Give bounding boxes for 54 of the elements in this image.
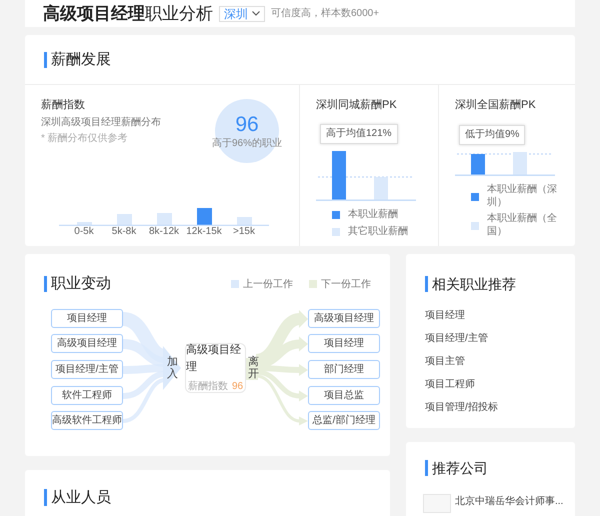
chart-title: 薪酬指数	[41, 99, 86, 113]
related-job-link[interactable]: 项目经理/主管	[425, 331, 563, 346]
job-node: 高级项目经理	[51, 334, 123, 353]
company-link[interactable]: 北京中瑞岳华会计师事...	[455, 494, 564, 509]
axis-label: 0-5k	[73, 226, 95, 238]
join-label: 加入	[167, 356, 178, 380]
axis-label: 12k-15k	[185, 226, 223, 238]
index-label: 薪酬指数	[188, 380, 228, 394]
section-title: 职业变动	[44, 276, 111, 292]
chart-title: 深圳全国薪酬PK	[455, 99, 537, 113]
caret-icon	[252, 11, 260, 16]
logo-placeholder	[423, 494, 451, 513]
footnote: * 薪酬分布仅供参考	[41, 133, 129, 146]
job-node: 软件工程师	[51, 386, 123, 405]
salary-bar	[471, 154, 485, 175]
tooltip: 高于均值121%	[320, 124, 398, 144]
related-job-link[interactable]: 项目经理	[425, 308, 563, 323]
job-node: 项目总监	[308, 386, 380, 405]
axis-label: 5k-8k	[110, 226, 138, 238]
page-title: 高级项目经理职业分析	[43, 5, 213, 22]
salary-bar	[513, 152, 527, 175]
score-caption: 高于96%的职业	[212, 138, 282, 150]
index-value: 96	[232, 380, 244, 394]
job-node: 总监/部门经理	[308, 411, 380, 430]
job-node: 项目经理	[51, 309, 123, 328]
related-job-link[interactable]: 项目主管	[425, 354, 563, 369]
tooltip: 低于均值9%	[459, 124, 526, 145]
section-title: 薪酬发展	[44, 52, 111, 68]
related-job-link[interactable]: 项目工程师	[425, 377, 563, 392]
job-node: 高级项目经理	[308, 309, 380, 328]
salary-bar	[332, 151, 346, 200]
legend-label: 上一份工作	[243, 278, 293, 292]
chart-title: 深圳同城薪酬PK	[316, 99, 398, 113]
section-title: 相关职业推荐	[425, 276, 516, 292]
legend-label: 本职业薪酬（深圳）	[487, 184, 558, 209]
chart-subtitle: 深圳高级项目经理薪酬分布	[41, 116, 161, 130]
legend-label: 下一份工作	[321, 278, 371, 292]
job-node: 项目经理/主管	[51, 360, 123, 379]
related-job-link[interactable]: 项目管理/招投标	[425, 400, 563, 415]
axis-label: >15k	[232, 226, 256, 238]
section-title: 推荐公司	[425, 460, 488, 476]
job-node: 部门经理	[308, 360, 380, 379]
legend-label: 本职业薪酬（全国）	[487, 213, 558, 238]
leave-label: 离开	[248, 356, 259, 380]
salary-bar	[374, 177, 388, 200]
job-node: 高级软件工程师	[51, 411, 123, 430]
legend-label: 其它职业薪酬	[348, 226, 408, 238]
section-title: 从业人员	[44, 489, 111, 506]
center-title: 高级项目经理	[186, 342, 242, 374]
score-value: 96	[235, 112, 259, 138]
legend-label: 本职业薪酬	[348, 209, 398, 222]
job-node: 项目经理	[308, 334, 380, 353]
axis-label: 8k-12k	[148, 226, 180, 238]
sample-note: 可信度高，样本数6000+	[271, 6, 380, 21]
